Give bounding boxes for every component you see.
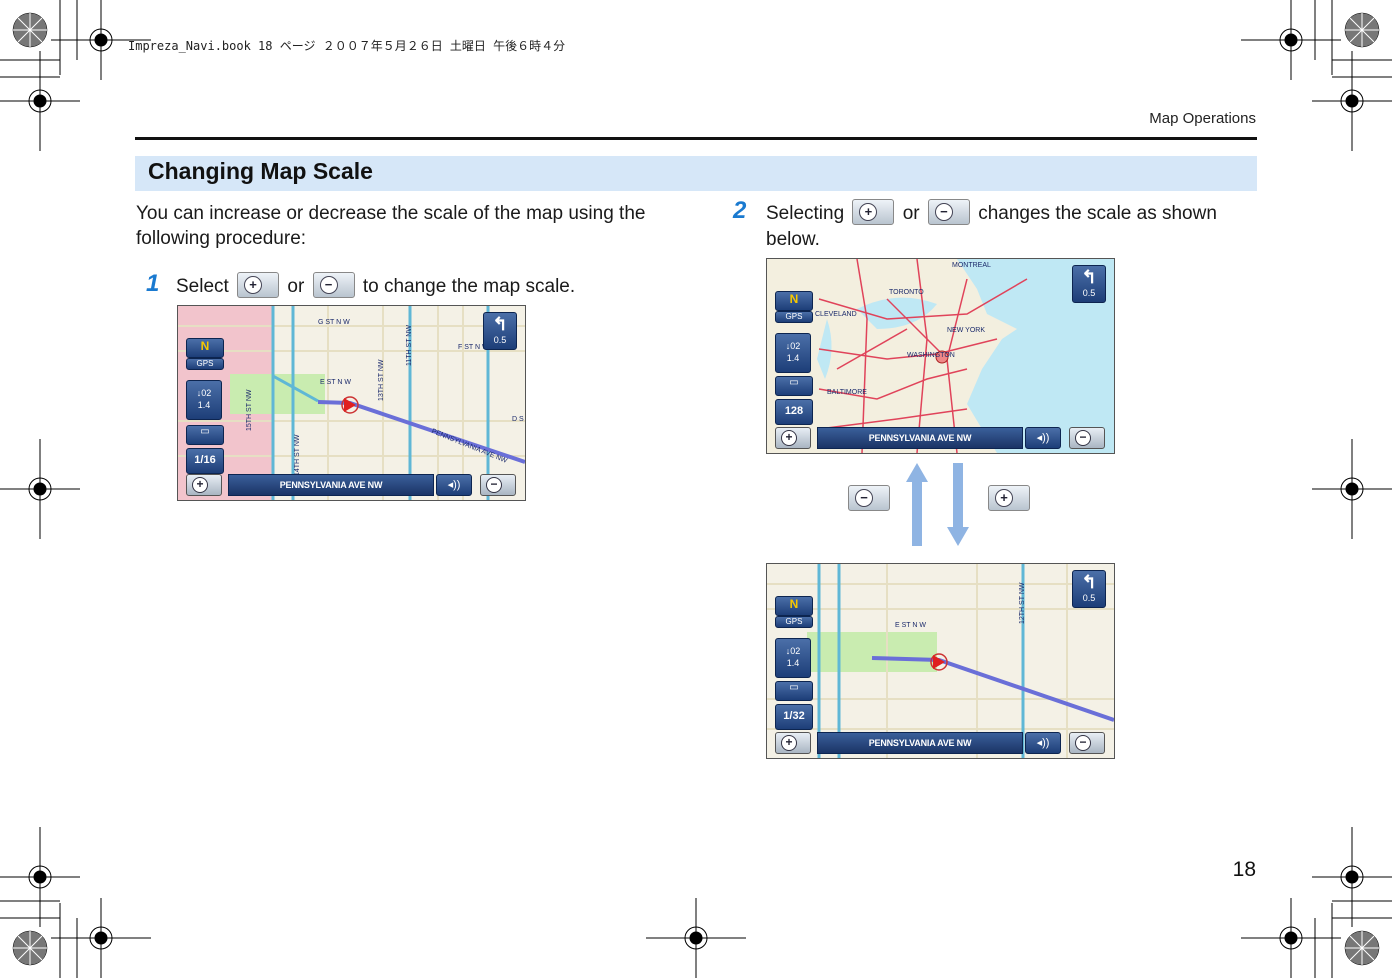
zoom-in-icon: + — [244, 276, 263, 294]
running-head: Map Operations — [1149, 110, 1256, 127]
zoom-in-icon: + — [781, 735, 797, 751]
map-view-button: ▭ — [775, 376, 813, 396]
zoom-out-icon: − — [934, 203, 953, 221]
distance-bottom: 1.4 — [786, 353, 800, 363]
map-label: 11TH ST NW — [406, 325, 413, 366]
distance-panel: ↓02 1.4 — [186, 380, 222, 420]
map-label: NEW YORK — [947, 327, 985, 334]
turn-arrow-icon: ↰ — [1081, 267, 1097, 287]
gps-heading-button: N — [775, 291, 813, 311]
gps-heading-button: N — [775, 596, 813, 616]
zoom-out-icon: − — [1075, 735, 1091, 751]
zoom-in-icon: + — [192, 477, 208, 493]
map-zoom-in-button: + — [186, 474, 222, 496]
map-label: BALTIMORE — [827, 389, 867, 396]
distance-panel: ↓02 1.4 — [775, 333, 811, 373]
zoom-out-icon: − — [1075, 430, 1091, 446]
distance-panel: ↓02 1.4 — [775, 638, 811, 678]
turn-distance: 0.5 — [493, 335, 507, 345]
turn-arrow-icon: ↰ — [492, 314, 508, 334]
gps-badge: GPS — [186, 358, 224, 370]
map-view-icon: ▭ — [789, 377, 799, 388]
map-label: E ST N W — [320, 379, 351, 386]
volume-button: ◂)) — [1025, 732, 1061, 754]
map-label: WASHINGTON — [907, 352, 955, 359]
map-label: 14TH ST NW — [294, 434, 301, 477]
step-2-text: Selecting + or − changes the scale as sh… — [766, 199, 1236, 253]
street-name-bar: PENNSYLVANIA AVE NW — [228, 474, 434, 496]
map-label: 15TH ST NW — [246, 389, 253, 432]
map-label: CLEVELAND — [815, 311, 857, 318]
zoom-in-icon: + — [859, 203, 878, 221]
turn-indicator: ↰ 0.5 — [1072, 265, 1106, 303]
map-label: TORONTO — [889, 289, 924, 296]
gps-badge: GPS — [775, 311, 813, 323]
gps-heading-button: N — [186, 338, 224, 358]
map-label: 12TH ST NW — [1019, 582, 1026, 625]
turn-arrow-icon: ↰ — [1081, 572, 1097, 592]
intro-paragraph: You can increase or decrease the scale o… — [136, 203, 646, 249]
street-map-icon — [767, 564, 1114, 758]
street-name-bar: PENNSYLVANIA AVE NW — [817, 427, 1023, 449]
distance-top: ↓02 — [785, 646, 801, 656]
distance-top: ↓02 — [196, 388, 212, 398]
turn-indicator: ↰ 0.5 — [483, 312, 517, 350]
map-screenshot-regional: MONTREAL TORONTO NEW YORK WASHINGTON BAL… — [766, 258, 1115, 454]
street-map-icon — [178, 306, 525, 500]
turn-distance: 0.5 — [1082, 593, 1096, 603]
zoom-in-icon: + — [995, 489, 1013, 507]
zoom-out-button: − — [312, 272, 355, 298]
zoom-out-icon: − — [319, 276, 338, 294]
zoom-in-icon: + — [781, 430, 797, 446]
distance-bottom: 1.4 — [197, 400, 211, 410]
map-label: MONTREAL — [952, 262, 991, 269]
map-zoom-out-button: − — [480, 474, 516, 496]
map-label: D S — [512, 416, 524, 423]
map-zoom-in-button: + — [775, 427, 811, 449]
step-1-text-a: Select — [176, 276, 229, 297]
map-label: 13TH ST NW — [378, 359, 385, 402]
section-title: Changing Map Scale — [148, 158, 373, 184]
zoom-out-icon: − — [855, 489, 873, 507]
distance-bottom: 1.4 — [786, 658, 800, 668]
step-1-text: Select + or − to change the map scale. — [176, 272, 575, 300]
zoom-out-button: − — [927, 199, 970, 225]
map-screenshot-detailed: E ST N W 12TH ST NW N GPS ↓02 1.4 ▭ 1/32… — [766, 563, 1115, 759]
map-zoom-in-button: + — [775, 732, 811, 754]
zoom-in-legend: + — [988, 485, 1030, 511]
page-number: 18 — [1232, 858, 1256, 881]
turn-distance: 0.5 — [1082, 288, 1096, 298]
volume-button: ◂)) — [436, 474, 472, 496]
zoom-in-button: + — [237, 272, 280, 298]
step-2-number: 2 — [733, 197, 747, 224]
map-zoom-out-button: − — [1069, 732, 1105, 754]
step-2-text-b: or — [902, 203, 920, 224]
map-view-icon: ▭ — [789, 682, 799, 693]
map-view-button: ▭ — [186, 425, 224, 445]
map-zoom-out-button: − — [1069, 427, 1105, 449]
street-name-bar: PENNSYLVANIA AVE NW — [817, 732, 1023, 754]
zoom-out-icon: − — [486, 477, 502, 493]
zoom-in-button: + — [852, 199, 895, 225]
book-info: Impreza_Navi.book 18 ページ ２００７年５月２６日 土曜日 … — [128, 39, 566, 53]
turn-indicator: ↰ 0.5 — [1072, 570, 1106, 608]
map-screenshot-step1: G ST N W F ST N W E ST N W 15TH ST NW 13… — [177, 305, 526, 501]
step-1-text-b: or — [287, 276, 305, 297]
map-view-icon: ▭ — [200, 426, 210, 437]
zoom-out-legend: − — [848, 485, 890, 511]
map-label: E ST N W — [895, 622, 926, 629]
volume-button: ◂)) — [1025, 427, 1061, 449]
map-view-button: ▭ — [775, 681, 813, 701]
scale-indicator: 1/32 — [775, 704, 813, 730]
gps-badge: GPS — [775, 616, 813, 628]
map-label: G ST N W — [318, 319, 350, 326]
scale-indicator: 128 — [775, 399, 813, 425]
step-1-number: 1 — [146, 270, 160, 297]
distance-top: ↓02 — [785, 341, 801, 351]
step-2-text-a: Selecting — [766, 203, 845, 224]
scale-change-arrows-icon — [906, 463, 969, 546]
step-1-text-c: to change the map scale. — [362, 276, 576, 297]
header-rule — [135, 137, 1257, 140]
scale-indicator: 1/16 — [186, 448, 224, 474]
